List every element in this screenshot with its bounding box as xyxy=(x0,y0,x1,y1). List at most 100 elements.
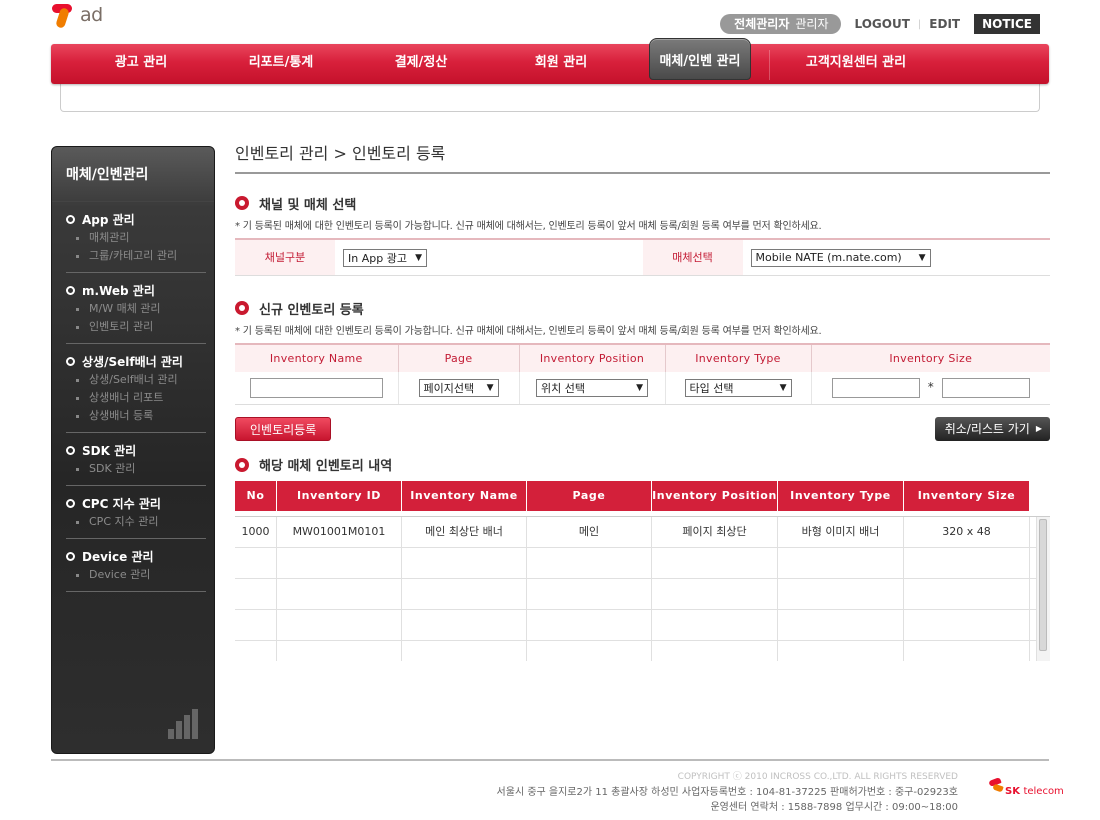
sidebar-head-label: CPC 지수 관리 xyxy=(82,496,161,511)
nav-item-support[interactable]: 고객지원센터 관리 xyxy=(781,44,931,84)
media-cell: Mobile NATE (m.nate.com) ▼ xyxy=(743,240,1051,275)
red-circle-bullet-icon xyxy=(235,301,249,315)
column-header: Page xyxy=(398,343,520,372)
logo-text: ad xyxy=(80,4,103,26)
sidebar-group-sdk: SDK 관리 SDK 관리 xyxy=(66,440,206,486)
nav-item-billing[interactable]: 결제/정산 xyxy=(371,44,471,84)
footer: COPYRIGHT ⓒ 2010 INCROSS CO.,LTD. ALL RI… xyxy=(497,770,958,815)
sidebar-head-mweb[interactable]: m.Web 관리 xyxy=(66,280,206,300)
sidebar-item-banner-report[interactable]: 상생배너 리포트 xyxy=(66,389,206,407)
admin-role: 관리자 xyxy=(795,17,829,31)
sidebar: 매체/인벤관리 App 관리 매체관리 그룹/카테고리 관리 m.Web 관리 … xyxy=(51,146,215,754)
sidebar-group-banner: 상생/Self배너 관리 상생/Self배너 관리 상생배너 리포트 상생배너 … xyxy=(66,351,206,433)
channel-media-row: 채널구분 In App 광고 ▼ 매체선택 Mobile NATE (m.nate… xyxy=(235,238,1050,276)
play-arrow-icon: ▶ xyxy=(1035,423,1042,433)
dropdown-arrow-icon: ▼ xyxy=(636,382,643,393)
cancel-list-button[interactable]: 취소/리스트 가기 ▶ xyxy=(934,416,1050,441)
admin-badge: 전체관리자 관리자 xyxy=(720,14,841,34)
channel-select-value: In App 광고 xyxy=(348,251,407,265)
dropdown-arrow-icon: ▼ xyxy=(779,382,787,393)
sidebar-item-mw-media[interactable]: M/W 매체 관리 xyxy=(66,300,206,318)
footer-copyright: COPYRIGHT ⓒ 2010 INCROSS CO.,LTD. ALL RI… xyxy=(677,772,958,782)
sidebar-item-group-category[interactable]: 그룹/카테고리 관리 xyxy=(66,247,206,265)
sidebar-head-label: m.Web 관리 xyxy=(82,283,155,298)
sidebar-group-device: Device 관리 Device 관리 xyxy=(66,546,206,592)
circle-bullet-icon xyxy=(66,356,75,366)
sidebar-item-cpc[interactable]: CPC 지수 관리 xyxy=(66,513,206,531)
sidebar-item-banner-register[interactable]: 상생배너 등록 xyxy=(66,407,206,425)
position-select[interactable]: 위치 선택 ▼ xyxy=(536,378,648,397)
table-row-empty xyxy=(235,547,1050,579)
footer-center: 운영센터 연락처 : 1588-7898 업무시간 : 09:00~18:00 xyxy=(710,802,958,813)
sidebar-head-app[interactable]: App 관리 xyxy=(66,209,206,229)
column-header: Inventory Size xyxy=(904,480,1030,511)
channel-label: 채널구분 xyxy=(235,240,335,275)
section-title-text: 채널 및 매체 선택 xyxy=(259,197,357,213)
sub-nav-area xyxy=(60,82,1040,112)
sidebar-item-sdk[interactable]: SDK 관리 xyxy=(66,460,206,478)
size-width-input[interactable] xyxy=(831,377,920,398)
sidebar-group-app: App 관리 매체관리 그룹/카테고리 관리 xyxy=(66,209,206,273)
nav-item-report[interactable]: 리포트/통계 xyxy=(231,44,331,84)
column-header: No xyxy=(235,480,277,511)
notice-button[interactable]: NOTICE xyxy=(974,14,1040,34)
sk-telecom-logo: SK telecom xyxy=(985,776,1064,797)
nav-item-media-inventory[interactable]: 매체/인벤 관리 xyxy=(649,38,751,80)
page-select[interactable]: 페이지선택 ▼ xyxy=(418,378,499,397)
sidebar-head-label: Device 관리 xyxy=(82,549,154,564)
circle-bullet-icon xyxy=(66,498,75,508)
media-label: 매체선택 xyxy=(642,240,743,275)
sidebar-head-label: 상생/Self배너 관리 xyxy=(82,354,183,369)
logout-link[interactable]: LOGOUT xyxy=(855,17,910,31)
table-row-empty xyxy=(235,609,1050,641)
sidebar-head-banner[interactable]: 상생/Self배너 관리 xyxy=(66,351,206,371)
sidebar-item-self-banner[interactable]: 상생/Self배너 관리 xyxy=(66,371,206,389)
nav-item-members[interactable]: 회원 관리 xyxy=(511,44,611,84)
type-select[interactable]: 타입 선택 ▼ xyxy=(684,378,792,397)
inventory-register-table: Inventory Name Page Inventory Position I… xyxy=(235,343,1050,405)
cell-position: 페이지 최상단 xyxy=(652,516,778,547)
section-title-channel: 채널 및 매체 선택 xyxy=(235,193,1050,213)
sidebar-item-media[interactable]: 매체관리 xyxy=(66,229,206,247)
circle-bullet-icon xyxy=(66,445,75,455)
sidebar-item-device[interactable]: Device 관리 xyxy=(66,566,206,584)
inventory-list[interactable]: 1000 MW01001M0101 메인 최상단 배너 메인 페이지 최상단 바… xyxy=(235,515,1050,661)
nav-item-ad-management[interactable]: 광고 관리 xyxy=(91,44,191,84)
footer-address: 서울시 중구 을지로2가 11 총괄사장 하성민 사업자등록번호 : 104-8… xyxy=(496,787,958,798)
cell-no: 1000 xyxy=(235,516,277,547)
button-row: 인벤토리등록 취소/리스트 가기 ▶ xyxy=(235,415,1050,445)
column-header: Inventory Type xyxy=(778,480,904,511)
dropdown-arrow-icon: ▼ xyxy=(486,382,494,393)
size-height-input[interactable] xyxy=(941,377,1030,398)
cell-page: 메인 xyxy=(527,516,652,547)
top-utility-bar: 전체관리자 관리자 LOGOUT | EDIT NOTICE xyxy=(720,14,1040,34)
sidebar-head-cpc[interactable]: CPC 지수 관리 xyxy=(66,493,206,513)
channel-select[interactable]: In App 광고 ▼ xyxy=(343,248,427,267)
edit-link[interactable]: EDIT xyxy=(929,17,960,31)
sidebar-group-cpc: CPC 지수 관리 CPC 지수 관리 xyxy=(66,493,206,539)
section-title-text: 해당 매체 인벤토리 내역 xyxy=(259,459,393,474)
table-row[interactable]: 1000 MW01001M0101 메인 최상단 배너 메인 페이지 최상단 바… xyxy=(235,516,1050,548)
sidebar-item-inventory[interactable]: 인벤토리 관리 xyxy=(66,318,206,336)
ad-logo[interactable]: ad xyxy=(50,2,103,32)
main-nav: 광고 관리 리포트/통계 결제/정산 회원 관리 매체/인벤 관리 고객지원센터… xyxy=(51,38,1049,84)
column-header: Inventory Position xyxy=(652,480,778,511)
section-description: * 기 등록된 매체에 대한 인벤토리 등록이 가능합니다. 신규 매체에 대해… xyxy=(235,221,822,232)
sk-logo-text: SK xyxy=(1005,786,1020,797)
sidebar-title: 매체/인벤관리 xyxy=(52,147,214,202)
sidebar-head-label: SDK 관리 xyxy=(82,443,137,458)
column-header: Inventory Name xyxy=(235,343,399,372)
scrollbar-thumb[interactable] xyxy=(1039,518,1047,651)
sidebar-head-sdk[interactable]: SDK 관리 xyxy=(66,440,206,460)
cell-size: 320 x 48 xyxy=(904,516,1030,547)
media-select[interactable]: Mobile NATE (m.nate.com) ▼ xyxy=(750,248,931,267)
cell-type: 바형 이미지 배너 xyxy=(778,516,904,547)
inventory-name-input[interactable] xyxy=(249,377,383,398)
section-description: * 기 등록된 매체에 대한 인벤토리 등록이 가능합니다. 신규 매체에 대해… xyxy=(235,326,822,337)
sidebar-head-device[interactable]: Device 관리 xyxy=(66,546,206,566)
main-content: 인벤토리 관리 > 인벤토리 등록 채널 및 매체 선택 * 기 등록된 매체에… xyxy=(235,140,1050,661)
scrollbar[interactable] xyxy=(1036,516,1050,661)
register-inventory-button[interactable]: 인벤토리등록 xyxy=(235,416,332,441)
cell-inventory-name: 메인 최상단 배너 xyxy=(402,516,527,547)
dropdown-arrow-icon: ▼ xyxy=(918,252,926,263)
